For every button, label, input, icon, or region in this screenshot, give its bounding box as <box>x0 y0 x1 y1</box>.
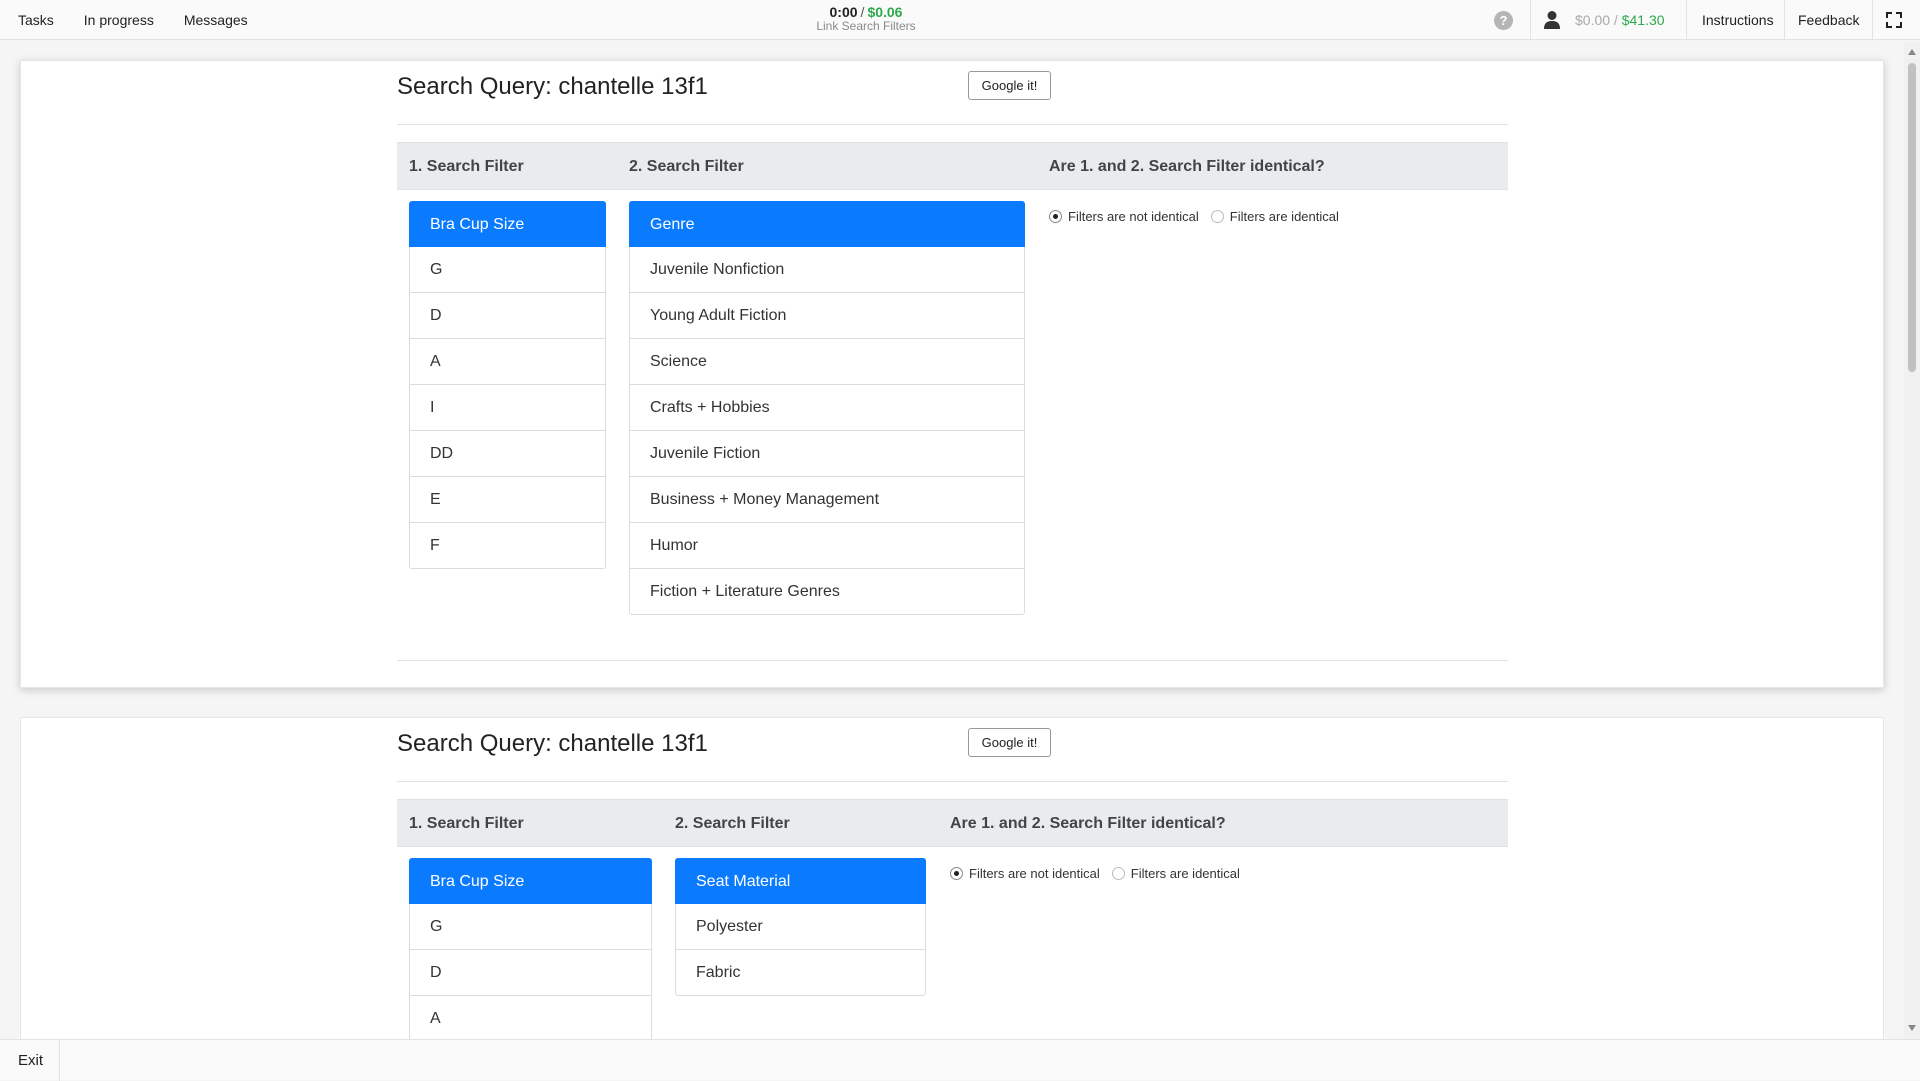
list-item: Juvenile Fiction <box>629 431 1025 477</box>
timer-separator: / <box>860 4 865 20</box>
filter-1-list: Bra Cup Size G D A I DD E F <box>409 201 606 569</box>
radio-label: Filters are identical <box>1229 209 1339 224</box>
exit-button[interactable]: Exit <box>0 1040 60 1081</box>
nav-links: Tasks In progress Messages <box>18 0 278 40</box>
help-icon[interactable]: ? <box>1494 11 1513 30</box>
divider <box>397 781 1508 782</box>
google-it-button[interactable]: Google it! <box>968 728 1051 757</box>
nav-tasks[interactable]: Tasks <box>18 12 54 28</box>
user-icon[interactable] <box>1543 10 1561 30</box>
divider <box>1784 0 1785 40</box>
list-item: G <box>409 247 606 293</box>
earnings-current: $0.00 <box>1575 12 1611 28</box>
radio-identical[interactable]: Filters are identical <box>1210 209 1339 224</box>
list-item: Fabric <box>675 950 926 996</box>
scroll-down-icon[interactable] <box>1908 1025 1916 1031</box>
filter-1-list: Bra Cup Size G D A <box>409 858 652 1039</box>
scroll-up-icon[interactable] <box>1908 49 1916 55</box>
list-item: D <box>409 293 606 339</box>
nav-in-progress[interactable]: In progress <box>84 12 154 28</box>
list-item: DD <box>409 431 606 477</box>
feedback-button[interactable]: Feedback <box>1798 0 1859 40</box>
filter-1-title: Bra Cup Size <box>409 201 606 247</box>
list-item: Business + Money Management <box>629 477 1025 523</box>
radio-checked-icon[interactable] <box>1049 210 1062 223</box>
list-item: F <box>409 523 606 569</box>
bottom-bar: Exit <box>0 1039 1920 1081</box>
radio-label: Filters are identical <box>1130 866 1240 881</box>
task-name: Link Search Filters <box>816 19 916 33</box>
filter-2-title: Seat Material <box>675 858 926 904</box>
vertical-scrollbar[interactable] <box>1904 41 1920 1039</box>
divider <box>397 124 1508 125</box>
task-reward: $0.06 <box>867 4 903 20</box>
col-header-filter-2: 2. Search Filter <box>675 815 790 832</box>
task-content: Search Query: chantelle 13f1 Google it! … <box>0 41 1904 1039</box>
google-it-button[interactable]: Google it! <box>968 71 1051 100</box>
timer-value: 0:00 <box>829 4 858 20</box>
list-item: Fiction + Literature Genres <box>629 569 1025 615</box>
col-header-identical: Are 1. and 2. Search Filter identical? <box>1049 158 1325 175</box>
list-item: A <box>409 339 606 385</box>
list-item: Humor <box>629 523 1025 569</box>
earnings-total: $41.30 <box>1621 12 1665 28</box>
radio-label: Filters are not identical <box>969 866 1100 881</box>
divider <box>1530 0 1531 40</box>
search-query-title: Search Query: chantelle 13f1 <box>397 73 708 100</box>
radio-not-identical[interactable]: Filters are not identical <box>1049 209 1199 224</box>
list-item: Juvenile Nonfiction <box>629 247 1025 293</box>
radio-checked-icon[interactable] <box>950 867 963 880</box>
earnings: $0.00 / $41.30 <box>1575 0 1665 40</box>
radio-unchecked-icon[interactable] <box>1111 867 1125 880</box>
filter-1-title: Bra Cup Size <box>409 858 652 904</box>
identical-radio-group: Filters are not identical Filters are id… <box>1049 209 1351 224</box>
divider <box>397 660 1508 661</box>
nav-messages[interactable]: Messages <box>184 12 248 28</box>
radio-label: Filters are not identical <box>1068 209 1199 224</box>
instructions-button[interactable]: Instructions <box>1702 0 1774 40</box>
col-header-filter-2: 2. Search Filter <box>629 158 744 175</box>
col-header-filter-1: 1. Search Filter <box>409 815 524 832</box>
earnings-separator: / <box>1610 12 1622 28</box>
filter-pair-card: Search Query: chantelle 13f1 Google it! … <box>20 60 1884 688</box>
table-header: 1. Search Filter 2. Search Filter Are 1.… <box>397 142 1508 190</box>
radio-identical[interactable]: Filters are identical <box>1111 866 1240 881</box>
task-timer: 0:00/$0.06 Link Search Filters <box>780 5 952 33</box>
col-header-identical: Are 1. and 2. Search Filter identical? <box>950 815 1226 832</box>
search-query-title: Search Query: chantelle 13f1 <box>397 730 708 757</box>
col-header-filter-1: 1. Search Filter <box>409 158 524 175</box>
divider <box>1686 0 1687 40</box>
list-item: E <box>409 477 606 523</box>
radio-not-identical[interactable]: Filters are not identical <box>950 866 1100 881</box>
top-navbar: Tasks In progress Messages 0:00/$0.06 Li… <box>0 0 1920 40</box>
filter-2-list: Seat Material Polyester Fabric <box>675 858 926 996</box>
list-item: I <box>409 385 606 431</box>
radio-unchecked-icon[interactable] <box>1210 210 1224 223</box>
divider <box>1872 0 1873 40</box>
scrollbar-thumb[interactable] <box>1908 63 1916 372</box>
list-item: Polyester <box>675 904 926 950</box>
list-item: Crafts + Hobbies <box>629 385 1025 431</box>
list-item: Young Adult Fiction <box>629 293 1025 339</box>
list-item: G <box>409 904 652 950</box>
identical-radio-group: Filters are not identical Filters are id… <box>950 866 1252 881</box>
filter-2-list: Genre Juvenile Nonfiction Young Adult Fi… <box>629 201 1025 615</box>
fullscreen-icon[interactable] <box>1886 12 1902 28</box>
list-item: A <box>409 996 652 1039</box>
filter-2-title: Genre <box>629 201 1025 247</box>
list-item: D <box>409 950 652 996</box>
table-header: 1. Search Filter 2. Search Filter Are 1.… <box>397 799 1508 847</box>
list-item: Science <box>629 339 1025 385</box>
filter-pair-card: Search Query: chantelle 13f1 Google it! … <box>20 717 1884 1039</box>
